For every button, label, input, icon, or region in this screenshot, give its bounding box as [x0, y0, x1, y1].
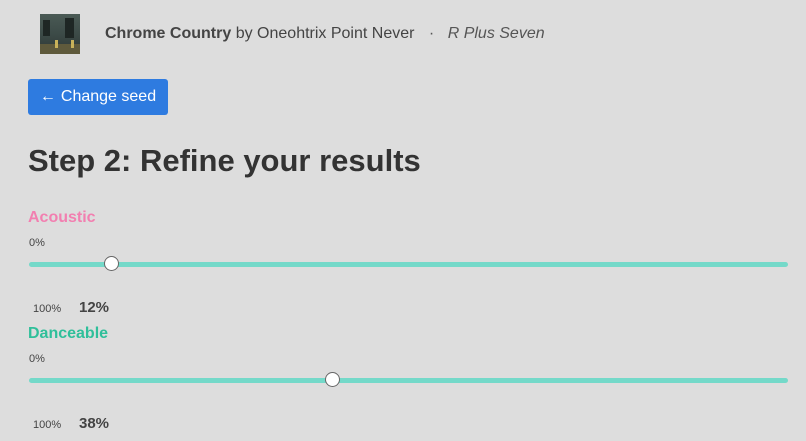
album-art: [40, 14, 80, 54]
arrow-left-icon: ←: [39, 88, 56, 105]
change-seed-button[interactable]: ← Change seed: [28, 79, 168, 115]
page-title: Step 2: Refine your results: [28, 143, 421, 178]
acoustic-value: 12%: [79, 299, 110, 316]
danceable-slider-track[interactable]: [29, 372, 788, 387]
danceable-label: Danceable: [28, 325, 109, 342]
by-label: by: [235, 25, 253, 42]
danceable-min-label: 0%: [29, 353, 45, 365]
acoustic-label: Acoustic: [28, 209, 96, 226]
danceable-slider-thumb[interactable]: [324, 372, 340, 387]
track-title: Chrome Country: [105, 25, 232, 42]
now-playing-row: Chrome Country by Oneohtrix Point Never …: [40, 14, 545, 54]
danceable-max-label: 100%: [33, 419, 62, 431]
danceable-slider-group: Danceable 0% 100% 38%: [0, 325, 806, 441]
artist-name: Oneohtrix Point Never: [257, 25, 415, 42]
acoustic-max-label: 100%: [33, 303, 62, 315]
album-name: R Plus Seven: [447, 25, 545, 42]
change-seed-label: Change seed: [60, 88, 157, 105]
acoustic-slider-group: Acoustic 0% 100% 12%: [0, 209, 806, 325]
acoustic-slider-thumb[interactable]: [104, 256, 120, 271]
acoustic-min-label: 0%: [29, 237, 45, 249]
acoustic-slider-track[interactable]: [29, 256, 788, 271]
danceable-value: 38%: [79, 415, 110, 432]
separator-dot: ·: [428, 25, 435, 42]
track-info: Chrome Country by Oneohtrix Point Never …: [105, 25, 545, 43]
